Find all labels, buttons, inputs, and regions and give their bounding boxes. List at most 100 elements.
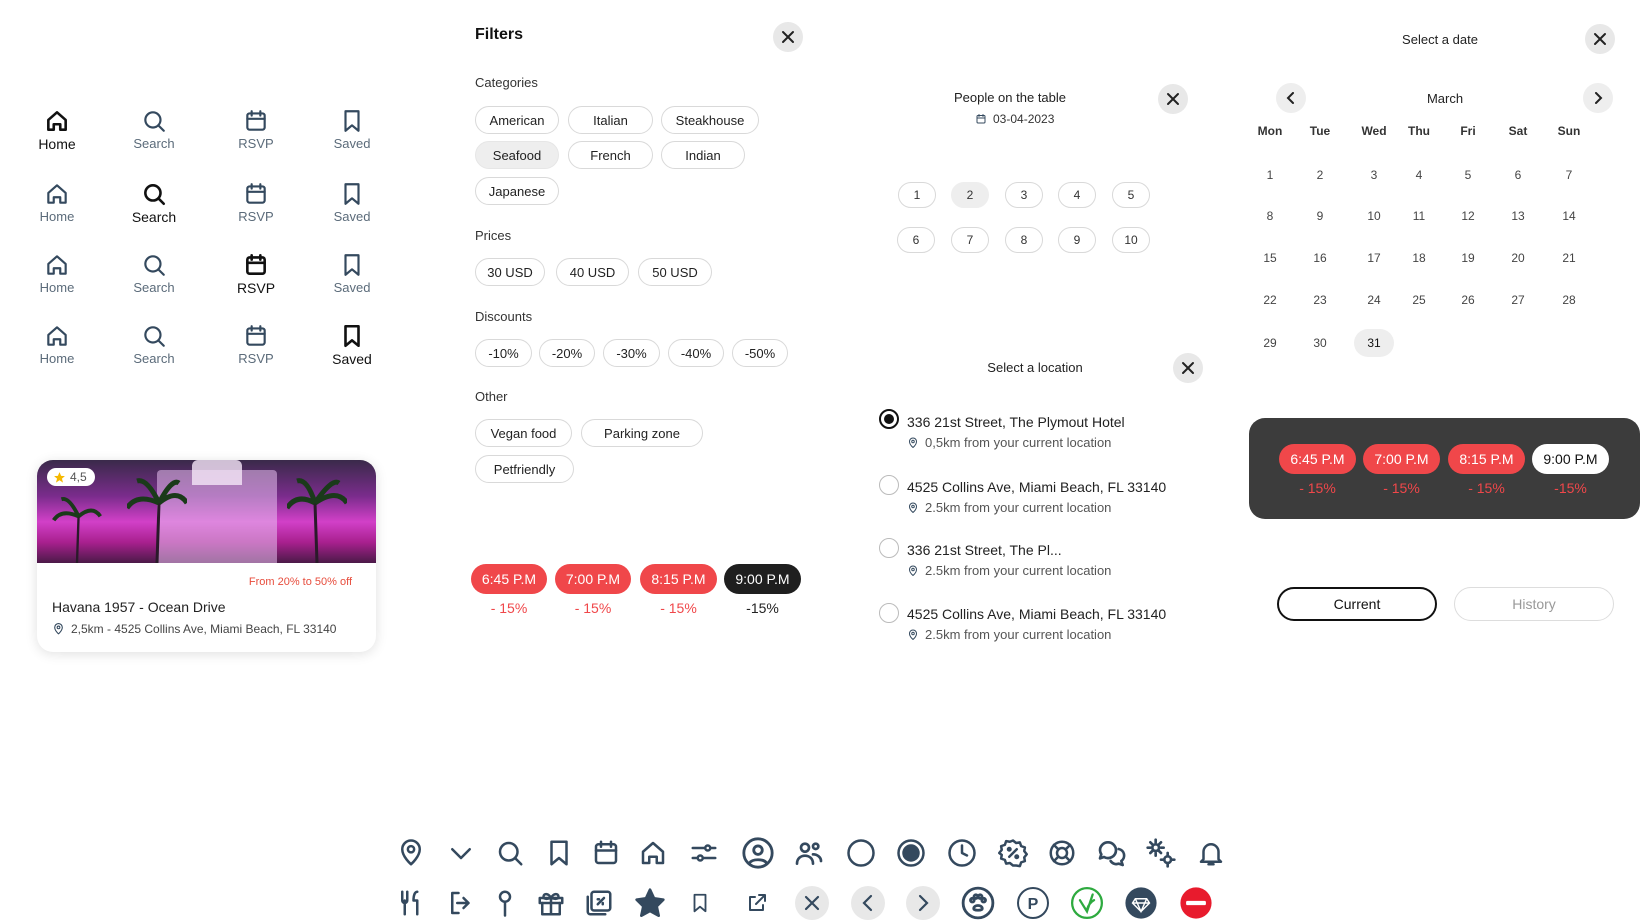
- calendar-day[interactable]: 23: [1300, 286, 1340, 314]
- nav-saved[interactable]: Saved: [317, 252, 387, 295]
- people-option[interactable]: 9: [1058, 227, 1096, 253]
- other-chip[interactable]: Parking zone: [581, 419, 703, 447]
- people-option-selected[interactable]: 2: [951, 182, 989, 208]
- category-chip[interactable]: Indian: [661, 141, 745, 169]
- category-chip[interactable]: Italian: [568, 106, 653, 134]
- calendar-day[interactable]: 2: [1300, 161, 1340, 189]
- location-radio-selected[interactable]: [879, 409, 899, 429]
- calendar-day[interactable]: 13: [1498, 202, 1538, 230]
- calendar-day[interactable]: 7: [1549, 161, 1589, 189]
- nav-rsvp[interactable]: RSVP: [221, 323, 291, 366]
- calendar-day[interactable]: 17: [1354, 244, 1394, 272]
- restaurant-card[interactable]: 4,5 From 20% to 50% off Havana 1957 - Oc…: [37, 460, 376, 652]
- location-radio[interactable]: [879, 538, 899, 558]
- discount-chip[interactable]: -20%: [539, 339, 595, 367]
- nav-rsvp[interactable]: RSVP: [221, 181, 291, 224]
- prev-month-button[interactable]: [1276, 83, 1306, 113]
- time-slot[interactable]: 6:45 P.M: [1279, 444, 1356, 474]
- nav-saved[interactable]: Saved: [317, 181, 387, 224]
- people-close-button[interactable]: [1158, 84, 1188, 114]
- location-radio[interactable]: [879, 603, 899, 623]
- nav-rsvp-label: RSVP: [238, 136, 274, 151]
- people-option[interactable]: 8: [1005, 227, 1043, 253]
- calendar-day[interactable]: 30: [1300, 329, 1340, 357]
- calendar-day-selected[interactable]: 31: [1354, 329, 1394, 357]
- calendar-day[interactable]: 3: [1354, 161, 1394, 189]
- nav-home[interactable]: Home: [22, 181, 92, 224]
- price-chip[interactable]: 30 USD: [475, 258, 545, 286]
- nav-search[interactable]: Search: [119, 181, 189, 225]
- location-close-button[interactable]: [1173, 353, 1203, 383]
- discount-chip[interactable]: -40%: [668, 339, 724, 367]
- category-chip[interactable]: Steakhouse: [661, 106, 759, 134]
- nav-home[interactable]: Home: [22, 252, 92, 295]
- calendar-day[interactable]: 18: [1399, 244, 1439, 272]
- nav-search[interactable]: Search: [119, 323, 189, 366]
- calendar-day[interactable]: 21: [1549, 244, 1589, 272]
- calendar-day[interactable]: 20: [1498, 244, 1538, 272]
- time-slot-selected[interactable]: 9:00 P.M: [724, 564, 801, 594]
- time-slot[interactable]: 7:00 P.M: [555, 564, 631, 594]
- category-chip-selected[interactable]: Seafood: [475, 141, 559, 169]
- nav-rsvp[interactable]: RSVP: [221, 108, 291, 151]
- time-slot[interactable]: 8:15 P.M: [640, 564, 717, 594]
- people-option[interactable]: 3: [1005, 182, 1043, 208]
- time-slot-selected[interactable]: 9:00 P.M: [1532, 444, 1609, 474]
- calendar-day[interactable]: 19: [1448, 244, 1488, 272]
- time-slot[interactable]: 8:15 P.M: [1448, 444, 1525, 474]
- category-chip[interactable]: American: [475, 106, 559, 134]
- calendar-day[interactable]: 4: [1399, 161, 1439, 189]
- restaurant-name: Havana 1957 - Ocean Drive: [52, 599, 226, 615]
- discount-chip[interactable]: -50%: [732, 339, 788, 367]
- people-option[interactable]: 4: [1058, 182, 1096, 208]
- calendar-day[interactable]: 5: [1448, 161, 1488, 189]
- calendar-day[interactable]: 16: [1300, 244, 1340, 272]
- price-chip[interactable]: 40 USD: [556, 258, 629, 286]
- calendar-day[interactable]: 26: [1448, 286, 1488, 314]
- filters-close-button[interactable]: [773, 22, 803, 52]
- category-chip[interactable]: Japanese: [475, 177, 559, 205]
- time-slot[interactable]: 7:00 P.M: [1363, 444, 1440, 474]
- tab-history[interactable]: History: [1454, 587, 1614, 621]
- discount-chip[interactable]: -10%: [475, 339, 532, 367]
- calendar-day[interactable]: 29: [1250, 329, 1290, 357]
- nav-rsvp[interactable]: RSVP: [221, 252, 291, 296]
- nav-search[interactable]: Search: [119, 108, 189, 151]
- calendar-day[interactable]: 11: [1399, 202, 1439, 230]
- people-option[interactable]: 10: [1112, 227, 1150, 253]
- category-chip[interactable]: French: [568, 141, 653, 169]
- people-option[interactable]: 1: [898, 182, 936, 208]
- calendar-day[interactable]: 14: [1549, 202, 1589, 230]
- people-option[interactable]: 6: [897, 227, 935, 253]
- calendar-day[interactable]: 24: [1354, 286, 1394, 314]
- calendar-day[interactable]: 12: [1448, 202, 1488, 230]
- calendar-day[interactable]: 6: [1498, 161, 1538, 189]
- calendar-day[interactable]: 15: [1250, 244, 1290, 272]
- other-chip[interactable]: Petfriendly: [475, 455, 574, 483]
- people-option[interactable]: 5: [1112, 182, 1150, 208]
- calendar-close-button[interactable]: [1585, 24, 1615, 54]
- close-circle-icon: [792, 883, 832, 923]
- calendar-day[interactable]: 28: [1549, 286, 1589, 314]
- nav-home[interactable]: Home: [22, 108, 92, 152]
- calendar-day[interactable]: 22: [1250, 286, 1290, 314]
- calendar-day[interactable]: 25: [1399, 286, 1439, 314]
- location-radio[interactable]: [879, 475, 899, 495]
- calendar-day[interactable]: 8: [1250, 202, 1290, 230]
- calendar-day[interactable]: 10: [1354, 202, 1394, 230]
- nav-saved[interactable]: Saved: [317, 108, 387, 151]
- discount-chip[interactable]: -30%: [603, 339, 660, 367]
- calendar-day[interactable]: 1: [1250, 161, 1290, 189]
- home-icon: [47, 326, 67, 346]
- calendar-day[interactable]: 27: [1498, 286, 1538, 314]
- calendar-day[interactable]: 9: [1300, 202, 1340, 230]
- tab-current[interactable]: Current: [1277, 587, 1437, 621]
- nav-search[interactable]: Search: [119, 252, 189, 295]
- time-slot[interactable]: 6:45 P.M: [471, 564, 547, 594]
- nav-saved[interactable]: Saved: [317, 323, 387, 367]
- people-option[interactable]: 7: [951, 227, 989, 253]
- next-month-button[interactable]: [1583, 83, 1613, 113]
- price-chip[interactable]: 50 USD: [638, 258, 712, 286]
- other-chip[interactable]: Vegan food: [475, 419, 572, 447]
- nav-home[interactable]: Home: [22, 323, 92, 366]
